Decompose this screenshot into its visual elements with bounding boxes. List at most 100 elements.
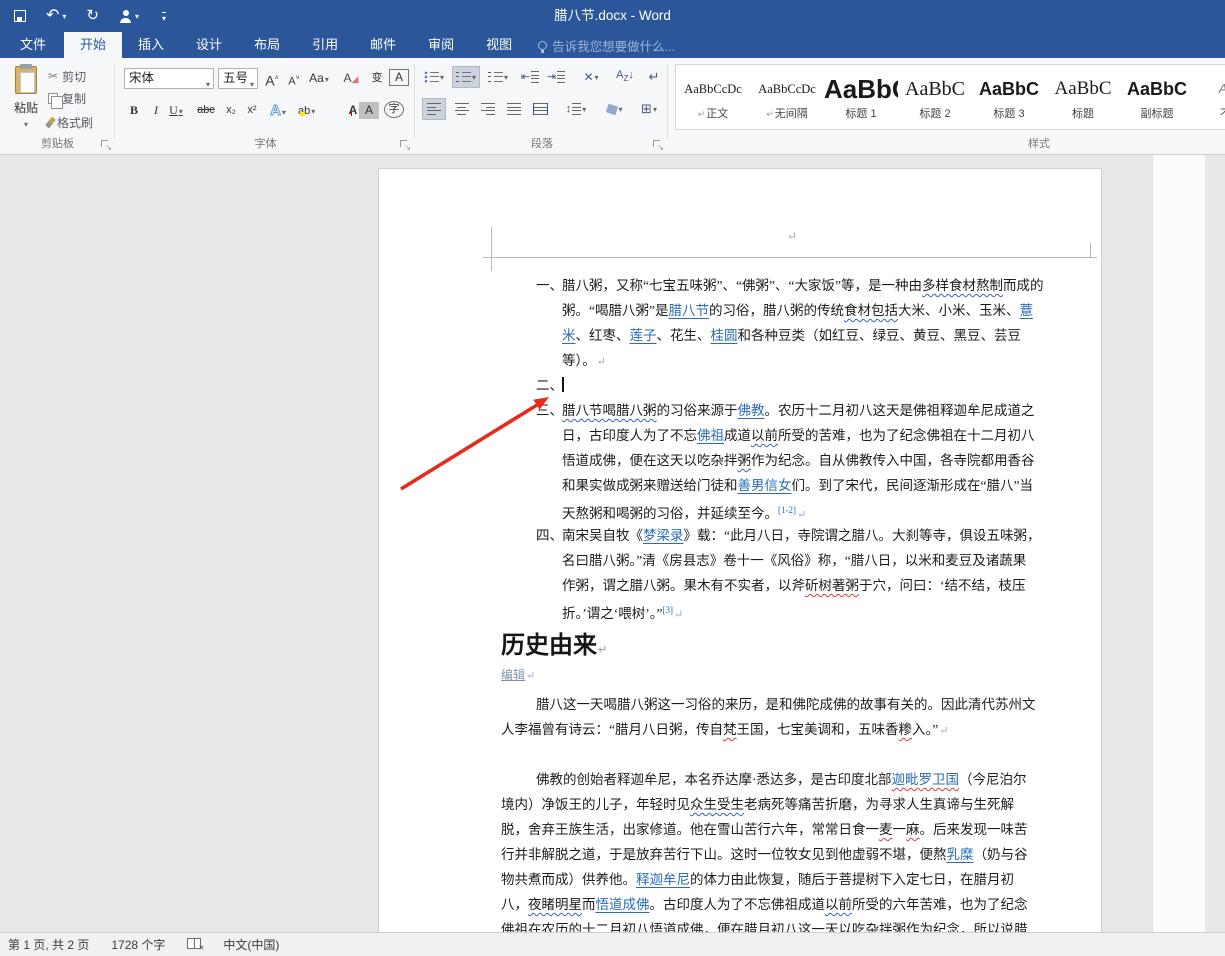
align-center-button[interactable] [450,98,474,120]
paste-button[interactable]: 粘贴 ▾ [6,66,46,138]
tab-references[interactable]: 引用 [296,32,354,58]
superscript-button[interactable]: x² [242,100,262,121]
align-left-button[interactable] [422,98,446,120]
reference-link[interactable]: [3] [662,605,673,615]
doc-line[interactable]: 和果实做成粥来赠送给门徒和善男信女们。到了宋代，民间逐渐形成在“腊八”当 [379,473,1101,498]
tab-review[interactable]: 审阅 [412,32,470,58]
style-card-标题 1[interactable]: AaBbC标题 1 [824,65,898,129]
character-shading-button[interactable]: A [359,102,379,119]
hyperlink[interactable]: 释迦牟尼 [636,872,690,887]
shrink-font-button[interactable]: A˅ [284,68,304,89]
language-status[interactable]: 中文(中国) [223,936,279,953]
doc-line[interactable]: 四、南宋吴自牧《梦梁录》载：“此月八日，寺院谓之腊八。大刹等寺，俱设五味粥， [379,523,1101,548]
copy-button[interactable]: 复制 [48,88,93,108]
vertical-scrollbar[interactable] [1152,155,1205,932]
doc-line[interactable] [379,742,1101,767]
doc-line[interactable]: 脱，舍弃王族生活，出家修道。他在雪山苦行六年，常常日食一麦一麻。后来发现一味苦 [379,817,1101,842]
hyperlink[interactable]: 薏 [1019,303,1033,318]
hyperlink[interactable]: 桂圆 [711,328,738,343]
doc-line[interactable]: 天熬粥和喝粥的习俗，并延续至今。[1-2]↵ [379,498,1101,523]
style-card-标题 2[interactable]: AaBbC标题 2 [898,65,972,129]
reference-link[interactable]: [1-2] [778,505,796,515]
edit-link[interactable]: 编辑 [501,668,525,682]
bold-button[interactable]: B [124,100,144,121]
tab-file[interactable]: 文件 [2,32,64,58]
hyperlink[interactable]: 悟道成佛 [596,897,650,912]
show-marks-button[interactable]: ↵ [642,66,666,88]
doc-line[interactable]: 名曰腊八粥。”清《房县志》卷十一《风俗》称，“腊八日，以米和麦豆及诸蔬果 [379,548,1101,573]
doc-line[interactable]: 腊八这一天喝腊八粥这一习俗的来历，是和佛陀成佛的故事有关的。因此清代苏州文 [379,692,1101,717]
font-size-combo[interactable]: 五号▾ [218,68,258,89]
asian-layout-button[interactable]: ✕▾ [576,66,606,88]
sort-button[interactable]: AZ↓ [612,66,638,88]
doc-line[interactable]: 等）。↵ [379,348,1101,373]
italic-button[interactable]: I [146,100,166,121]
doc-line[interactable]: 作粥，谓之腊八粥。果木有不实者，以斧斫树著粥于穴，问曰：‘结不结，枝压 [379,573,1101,598]
clear-formatting-button[interactable]: A◢ [341,68,361,89]
strikethrough-button[interactable]: abc [196,100,216,121]
multilevel-list-button[interactable]: ▾ [486,66,510,88]
page-number-status[interactable]: 第 1 页, 共 2 页 [8,936,89,953]
shading-button[interactable]: ▾ [600,98,630,120]
borders-button[interactable]: ⊞▾ [634,98,664,120]
doc-line[interactable]: 一、腊八粥，又称“七宝五味粥”、“佛粥”、“大家饭”等，是一种由多样食材熬制而成… [379,273,1101,298]
word-count-status[interactable]: 1728 个字 [111,936,165,953]
character-border-button[interactable]: A [389,69,409,86]
style-card-不明[interactable]: AaB不明 [1194,65,1225,129]
style-card-标题[interactable]: AaBbC标题 [1046,65,1120,129]
doc-line[interactable]: 物共煮而成）供养他。释迦牟尼的体力由此恢复，随后于菩提树下入定七日，在腊月初 [379,867,1101,892]
tab-home[interactable]: 开始 [64,32,122,58]
style-card-无间隔[interactable]: AaBbCcDc↵无间隔 [750,65,824,129]
tab-mailings[interactable]: 邮件 [354,32,412,58]
enclose-characters-button[interactable]: 字 [384,101,404,118]
hyperlink[interactable]: 乳糜 [947,847,974,862]
hyperlink[interactable]: 腊八节 [668,303,709,318]
format-painter-button[interactable]: 格式刷 [48,112,93,132]
doc-line[interactable]: 日，古印度人为了不忘佛祖成道以前所受的苦难，也为了纪念佛祖在十二月初八 [379,423,1101,448]
subscript-button[interactable]: x₂ [221,100,241,121]
decrease-indent-button[interactable]: ⇤ [518,66,542,88]
bullets-button[interactable]: ▾ [422,66,446,88]
doc-line[interactable]: 三、腊八节喝腊八粥的习俗来源于佛教。农历十二月初八这天是佛祖释迦牟尼成道之 [379,398,1101,423]
hyperlink[interactable]: 佛教 [738,403,765,418]
numbering-button[interactable]: ▾ [452,66,480,88]
tab-design[interactable]: 设计 [180,32,238,58]
highlight-button[interactable]: ab▾ [298,105,315,117]
section-heading[interactable]: 历史由来↵ [379,629,1101,662]
doc-line[interactable]: 粥。“喝腊八粥”是腊八节的习俗，腊八粥的传统食材包括大米、小米、玉米、薏 [379,298,1101,323]
doc-line[interactable]: 编辑↵ [379,662,1101,689]
tell-me-box[interactable]: 告诉我您想要做什么... [538,32,675,58]
cut-button[interactable]: ✂剪切 [48,66,93,86]
doc-line[interactable]: 八，夜睹明星而悟道成佛。古印度人为了不忘佛祖成道以前所受的六年苦难，也为了纪念 [379,892,1101,917]
hyperlink[interactable]: 梦梁录 [643,528,684,543]
clipboard-dialog-launcher[interactable] [101,140,111,150]
phonetic-guide-button[interactable]: 变 [367,68,387,89]
doc-line[interactable]: 悟道成佛，便在这天以吃杂拌粥作为纪念。自从佛教传入中国，各寺院都用香谷 [379,448,1101,473]
tab-layout[interactable]: 布局 [238,32,296,58]
increase-indent-button[interactable]: ⇥ [544,66,568,88]
doc-line[interactable]: 米、红枣、莲子、花生、桂圆和各种豆类（如红豆、绿豆、黄豆、黑豆、芸豆 [379,323,1101,348]
doc-line[interactable]: 折。’谓之‘喂树’。”[3]↵ [379,598,1101,623]
font-dialog-launcher[interactable] [400,140,410,150]
doc-line[interactable]: 二、 [379,373,1101,398]
tab-view[interactable]: 视图 [470,32,528,58]
doc-line[interactable]: 佛教的创始者释迦牟尼，本名乔达摩·悉达多，是古印度北部迦毗罗卫国（今尼泊尔 [379,767,1101,792]
style-card-正文[interactable]: AaBbCcDc↵正文 [676,65,750,129]
document-page[interactable]: ↵ 一、腊八粥，又称“七宝五味粥”、“佛粥”、“大家饭”等，是一种由多样食材熬制… [378,168,1102,932]
hyperlink[interactable]: 善男信女 [738,478,792,493]
text-effects-button[interactable]: A▾ [268,100,288,121]
style-card-标题 3[interactable]: AaBbC标题 3 [972,65,1046,129]
hyperlink[interactable]: 莲子 [630,328,657,343]
proofing-status[interactable] [187,938,201,952]
distribute-button[interactable] [528,98,552,120]
doc-line[interactable]: 人李福曾有诗云：“腊月八日粥，传自梵王国，七宝美调和，五味香糁入。”↵ [379,717,1101,742]
align-right-button[interactable] [476,98,500,120]
hyperlink[interactable]: 迦毗罗卫国 [892,772,960,787]
doc-line[interactable]: 境内）净饭王的儿子，年轻时见众生受生老病死等痛苦折磨，为寻求人生真谛与生死解 [379,792,1101,817]
font-name-combo[interactable]: 宋体▾ [124,68,214,89]
change-case-button[interactable]: Aa▾ [309,68,329,89]
hyperlink[interactable]: 米 [562,328,576,343]
style-card-副标题[interactable]: AaBbC副标题 [1120,65,1194,129]
underline-button[interactable]: U▾ [166,100,186,121]
doc-line[interactable]: 行并非解脱之道，于是放弃苦行下山。这时一位牧女见到他虚弱不堪，便熬乳糜（奶与谷 [379,842,1101,867]
